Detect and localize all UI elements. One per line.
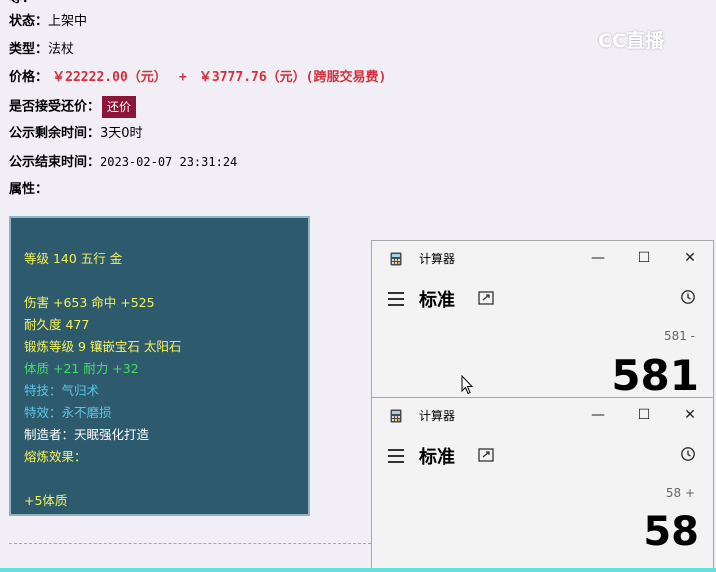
divider: [9, 543, 371, 544]
partial-top-row: 等：: [9, 0, 35, 10]
bottom-accent-bar: [0, 568, 716, 572]
attr-damage: 伤害 +653 命中 +525: [24, 295, 155, 310]
calculator-app-icon: [390, 252, 402, 266]
type-row: 类型：法杖: [9, 39, 74, 61]
maximize-icon[interactable]: ☐: [634, 405, 654, 425]
mouse-pointer-icon: [461, 375, 473, 395]
minimize-icon[interactable]: —: [588, 248, 608, 268]
attr-maker: 制造者：天眠强化打造: [24, 427, 150, 442]
price-row: 价格： ￥22222.00（元） + ￥3777.76（元）(跨服交易费): [9, 67, 386, 89]
end-time-row: 公示结束时间：2023-02-07 23:31:24: [9, 151, 237, 173]
menu-icon[interactable]: [388, 449, 404, 467]
type-label: 类型：: [9, 42, 49, 57]
keep-on-top-icon[interactable]: [478, 448, 494, 462]
history-icon[interactable]: [680, 289, 696, 305]
minimize-icon[interactable]: —: [588, 405, 608, 425]
calculator-app-icon: [390, 409, 402, 423]
keep-on-top-icon[interactable]: [478, 291, 494, 305]
attr-skill: 特技：气归术: [24, 383, 100, 398]
menu-icon[interactable]: [388, 292, 404, 310]
attr-smelt-label: 熔炼效果：: [24, 449, 87, 464]
end-time-value: 2023-02-07 23:31:24: [100, 155, 238, 169]
status-value: 上架中: [48, 14, 88, 29]
counter-offer-button[interactable]: 还价: [102, 96, 137, 118]
attr-label: 属性：: [9, 182, 49, 197]
window-title: 计算器: [419, 252, 456, 266]
result-display: 58: [643, 509, 699, 555]
bargain-label: 是否接受还价：: [9, 99, 101, 115]
attr-level: 等级 140 五行 金: [24, 251, 123, 266]
type-value: 法杖: [48, 42, 75, 57]
close-icon[interactable]: ✕: [680, 248, 700, 268]
attr-durability: 耐久度 477: [24, 317, 90, 332]
partial-label: 等：: [9, 0, 35, 6]
mode-title: 标准: [419, 290, 455, 311]
calculator-window-2[interactable]: 计算器 — ☐ ✕ 标准 58 + 58: [371, 397, 714, 572]
attr-effect: 特效：永不磨损: [24, 405, 112, 420]
window-title: 计算器: [419, 409, 456, 423]
expression-display: 58 +: [665, 486, 695, 500]
status-label: 状态：: [9, 14, 49, 29]
price-plus: +: [178, 70, 187, 85]
maximize-icon[interactable]: ☐: [634, 248, 654, 268]
bargain-row: 是否接受还价： 还价: [9, 96, 137, 118]
calculator-window-1[interactable]: 计算器 — ☐ ✕ 标准 581 - 581: [371, 240, 714, 400]
remaining-row: 公示剩余时间：3天0时: [9, 123, 143, 145]
attr-row: 属性：: [9, 179, 48, 201]
attributes-panel: 等级 140 五行 金 伤害 +653 命中 +525 耐久度 477 锻炼等级…: [9, 216, 310, 516]
price-fee: ￥3777.76（元）(跨服交易费): [198, 70, 387, 85]
end-time-label: 公示结束时间：: [9, 155, 101, 170]
remaining-value: 3天0时: [100, 126, 143, 141]
attr-forge: 锻炼等级 9 镶嵌宝石 太阳石: [24, 339, 182, 354]
history-icon[interactable]: [680, 446, 696, 462]
result-display: 581: [611, 351, 699, 400]
remaining-label: 公示剩余时间：: [9, 126, 101, 141]
expression-display: 581 -: [663, 329, 695, 343]
mode-title: 标准: [419, 447, 455, 468]
price-label: 价格：: [9, 70, 49, 85]
attr-bonus: 体质 +21 耐力 +32: [24, 361, 139, 376]
attr-smelt-value: +5体质: [24, 493, 68, 508]
price-main: ￥22222.00（元）: [52, 70, 167, 85]
status-row: 状态：上架中: [9, 11, 87, 33]
close-icon[interactable]: ✕: [680, 405, 700, 425]
cc-live-watermark: CC直播: [598, 30, 664, 52]
